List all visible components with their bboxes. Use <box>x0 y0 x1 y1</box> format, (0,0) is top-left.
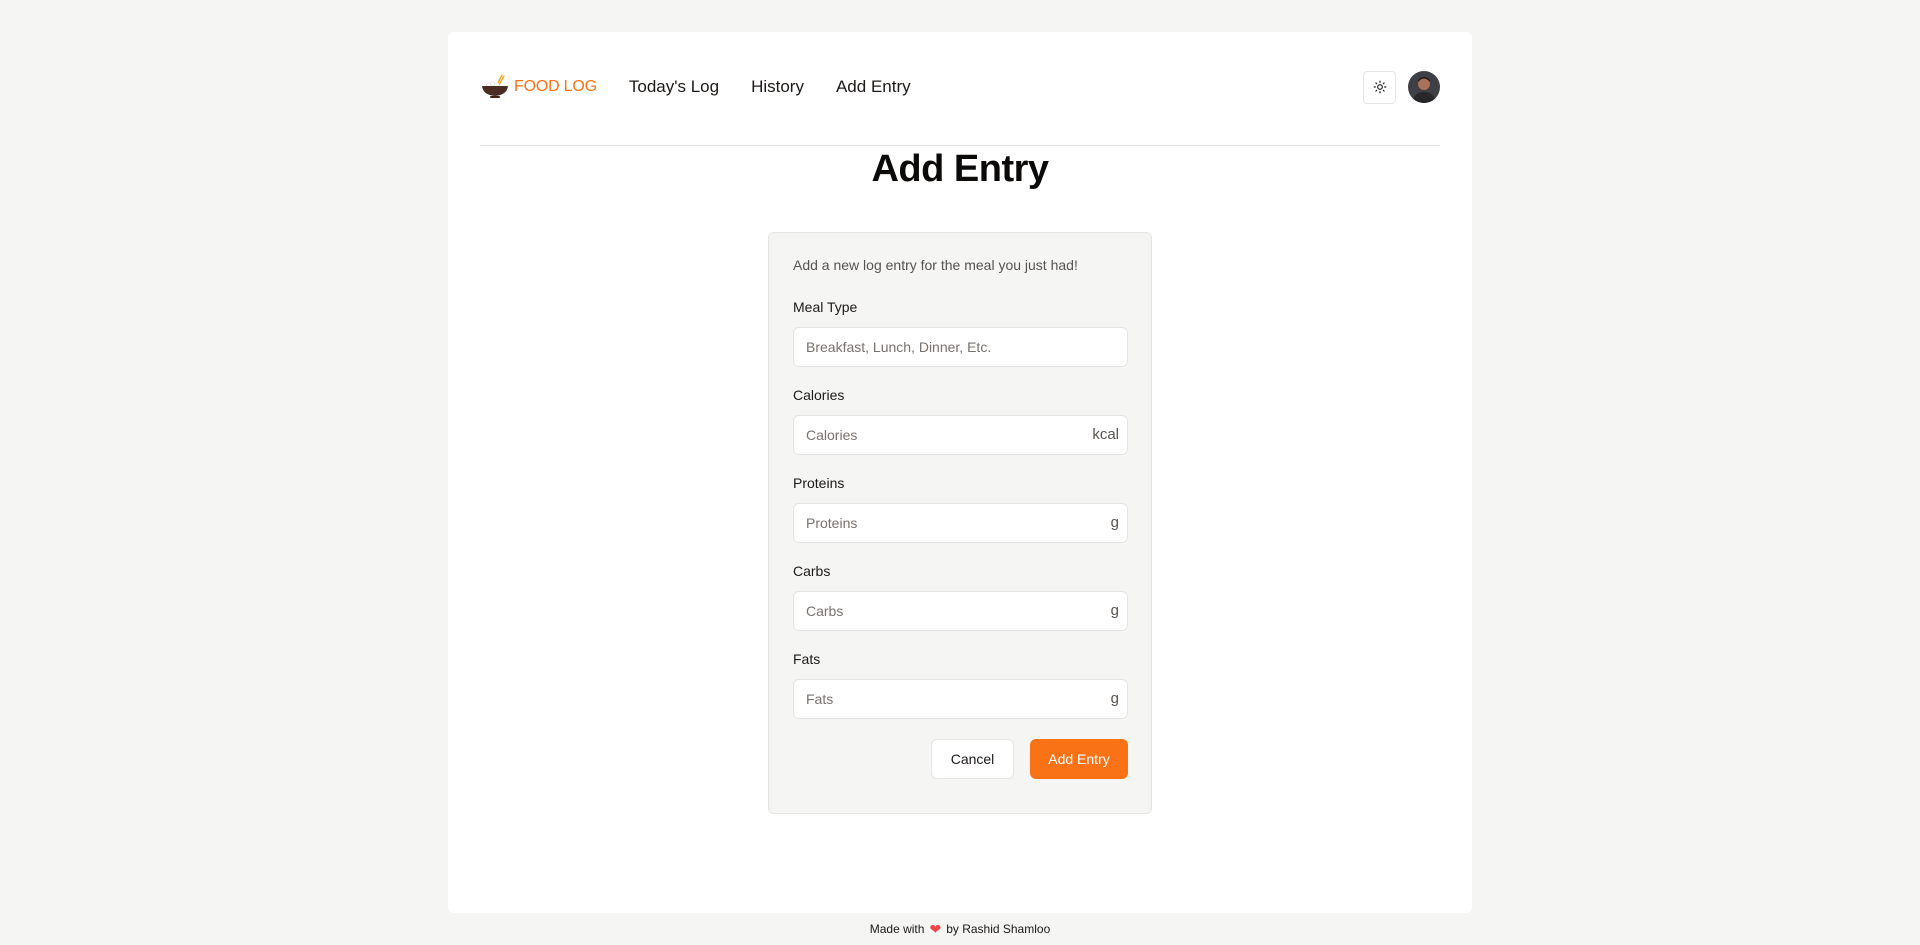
footer: Made with ❤ by Rashid Shamloo <box>0 920 1920 938</box>
proteins-field: Proteins g <box>793 475 1128 543</box>
add-entry-button[interactable]: Add Entry <box>1030 739 1128 779</box>
food-bowl-icon <box>482 74 508 98</box>
meal-type-label: Meal Type <box>793 299 858 315</box>
calories-unit: kcal <box>1092 426 1119 443</box>
fats-input[interactable] <box>794 680 1127 718</box>
cancel-button[interactable]: Cancel <box>931 739 1014 779</box>
brand-logo-link[interactable]: FOOD LOG <box>480 70 597 104</box>
meal-type-input-wrap <box>793 327 1128 367</box>
meal-type-input[interactable] <box>794 328 1127 366</box>
footer-author[interactable]: by Rashid Shamloo <box>946 922 1050 936</box>
nav-link-todays-log[interactable]: Today's Log <box>629 77 719 97</box>
add-entry-card: Add a new log entry for the meal you jus… <box>768 232 1152 814</box>
page-title: Add Entry <box>871 148 1049 190</box>
user-avatar-icon <box>1408 71 1440 103</box>
fats-field: Fats g <box>793 651 1128 719</box>
carbs-input-wrap: g <box>793 591 1128 631</box>
nav-link-add-entry[interactable]: Add Entry <box>836 77 911 97</box>
nav-links: Today's Log History Add Entry <box>629 70 943 104</box>
footer-prefix: Made with <box>869 922 925 936</box>
app-container: FOOD LOG Today's Log History Add Entry A… <box>448 32 1472 913</box>
calories-label: Calories <box>793 387 845 403</box>
meal-type-field: Meal Type <box>793 299 1128 367</box>
theme-toggle-button[interactable] <box>1363 70 1396 104</box>
proteins-input[interactable] <box>794 504 1127 542</box>
navbar: FOOD LOG Today's Log History Add Entry <box>480 70 1440 146</box>
carbs-unit: g <box>1110 602 1119 619</box>
form-description: Add a new log entry for the meal you jus… <box>793 257 1078 273</box>
proteins-input-wrap: g <box>793 503 1128 543</box>
proteins-label: Proteins <box>793 475 845 491</box>
proteins-unit: g <box>1110 514 1119 531</box>
carbs-label: Carbs <box>793 563 831 579</box>
calories-input[interactable] <box>794 416 1127 454</box>
calories-input-wrap: kcal <box>793 415 1128 455</box>
carbs-field: Carbs g <box>793 563 1128 631</box>
brand-name: FOOD LOG <box>514 78 597 95</box>
user-avatar[interactable] <box>1408 71 1440 103</box>
carbs-input[interactable] <box>794 592 1127 630</box>
fats-unit: g <box>1110 690 1119 707</box>
sun-icon <box>1373 80 1386 94</box>
nav-right <box>1363 70 1440 104</box>
heart-icon: ❤ <box>929 920 942 937</box>
fats-input-wrap: g <box>793 679 1128 719</box>
fats-label: Fats <box>793 651 821 667</box>
nav-link-history[interactable]: History <box>751 77 804 97</box>
form-actions: Cancel Add Entry <box>793 739 1128 779</box>
calories-field: Calories kcal <box>793 387 1128 455</box>
